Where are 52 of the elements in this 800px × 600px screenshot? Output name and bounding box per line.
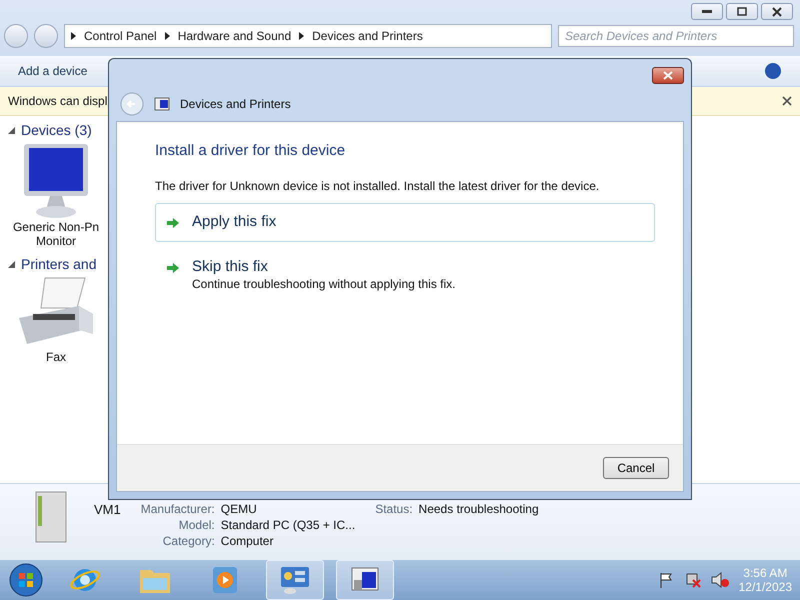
network-icon[interactable]: [684, 572, 701, 588]
info-text: Windows can displ: [8, 94, 108, 108]
option-button[interactable]: Apply this fix: [155, 203, 655, 242]
group-heading[interactable]: Devices (3): [21, 122, 92, 138]
minimize-icon: [702, 10, 712, 14]
field-label: Model:: [178, 518, 215, 532]
dialog-message: The driver for Unknown device is not installed. Install the latest driver for the device.: [155, 179, 600, 193]
collapse-icon[interactable]: [8, 260, 15, 268]
field-label: Manufacturer:: [140, 502, 215, 516]
cancel-button[interactable]: Cancel: [603, 457, 669, 479]
taskbar-button[interactable]: [336, 560, 394, 600]
start-button[interactable]: [8, 562, 44, 598]
address-bar[interactable]: Control Panel Hardware and Sound Devices and Printers: [64, 24, 552, 48]
group-heading[interactable]: Printers and: [21, 256, 96, 272]
minimize-button[interactable]: [691, 3, 723, 20]
device-label[interactable]: Fax: [46, 350, 66, 364]
chevron-icon: [71, 32, 76, 40]
media-player-icon[interactable]: [212, 566, 238, 594]
toolbar-button[interactable]: Add a device: [18, 64, 88, 78]
field-value: Standard PC (Q35 + IC...: [220, 518, 356, 532]
chevron-icon: [299, 32, 304, 40]
dialog-heading: Install a driver for this device: [155, 142, 346, 159]
close-icon[interactable]: [782, 96, 792, 106]
field-label: Status:: [375, 502, 413, 516]
breadcrumb[interactable]: Devices and Printers: [312, 29, 423, 43]
arrow-icon: [166, 262, 180, 274]
chevron-icon: [164, 32, 170, 40]
breadcrumb[interactable]: Control Panel: [84, 29, 157, 43]
option-button[interactable]: Skip this fix Continue troubleshooting without applying this fix.: [155, 248, 655, 301]
maximize-button[interactable]: [726, 3, 758, 20]
volume-icon[interactable]: [710, 572, 729, 588]
field-value: Computer: [220, 534, 274, 548]
device-label[interactable]: Generic Non-Pn: [12, 220, 100, 234]
breadcrumb[interactable]: Hardware and Sound: [178, 29, 292, 43]
field-value: Needs troubleshooting: [418, 502, 539, 516]
field-value: QEMU: [220, 502, 258, 516]
close-button[interactable]: [761, 3, 793, 20]
close-icon: [663, 71, 673, 80]
close-icon: [772, 6, 782, 16]
devices-icon: [154, 97, 170, 111]
control-panel-icon[interactable]: [279, 565, 311, 595]
taskbar-button[interactable]: [266, 560, 324, 600]
field-label: Category:: [162, 534, 215, 548]
device-name: VM1: [94, 501, 121, 517]
close-button[interactable]: [652, 67, 684, 84]
search-field[interactable]: Search Devices and Printers: [558, 25, 794, 47]
collapse-icon[interactable]: [8, 126, 15, 134]
dialog-title: Devices and Printers: [180, 97, 291, 111]
device-label[interactable]: Monitor: [36, 234, 76, 248]
arrow-icon: [166, 217, 180, 229]
restore-icon: [737, 7, 747, 16]
flag-icon[interactable]: [658, 572, 675, 588]
